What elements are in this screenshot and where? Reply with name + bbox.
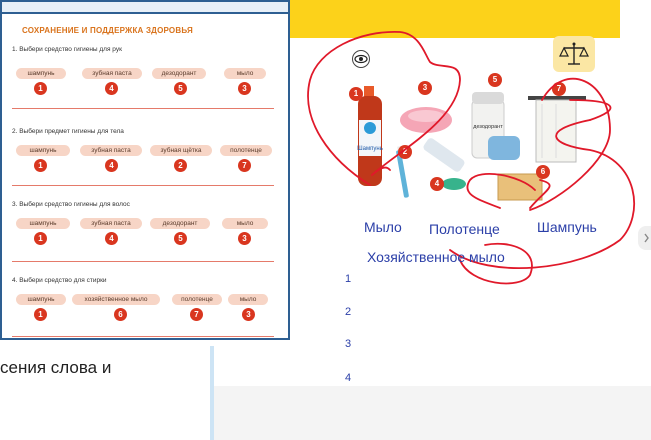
q2-option-towel[interactable]: полотенце	[220, 145, 272, 156]
chevron-right-icon	[644, 233, 649, 243]
answer-number-3[interactable]: 3	[345, 338, 351, 350]
q2-number-2: 4	[105, 159, 118, 172]
q3-option-shampoo[interactable]: шампунь	[16, 218, 70, 229]
q2-option-toothbrush[interactable]: зубная щётка	[150, 145, 212, 156]
q2-option-toothpaste[interactable]: зубная паста	[80, 145, 142, 156]
card-top-border	[2, 2, 288, 14]
q1-number-1: 1	[34, 82, 47, 95]
q4-number-2: 6	[114, 308, 127, 321]
partial-text-line: сения слова и	[0, 358, 112, 377]
answer-word-shampoo: Шампунь	[537, 219, 597, 235]
q1-option-deodorant[interactable]: дезодорант	[152, 68, 206, 79]
q2-number-4: 7	[238, 159, 251, 172]
q3-number-3: 5	[174, 232, 187, 245]
answer-word-soap: Мыло	[364, 219, 402, 235]
separator	[12, 185, 274, 186]
q1-number-4: 3	[238, 82, 251, 95]
answer-number-4[interactable]: 4	[345, 372, 351, 384]
q1-option-shampoo[interactable]: шампунь	[16, 68, 66, 79]
answer-word-towel: Полотенце	[429, 221, 500, 237]
q3-number-1: 1	[34, 232, 47, 245]
q2-number-1: 1	[34, 159, 47, 172]
question-2-text: 2. Выбери предмет гигиены для тела	[12, 128, 124, 135]
answer-number-2[interactable]: 2	[345, 306, 351, 318]
q4-option-soap[interactable]: мыло	[228, 294, 268, 305]
q3-option-soap[interactable]: мыло	[222, 218, 268, 229]
q4-option-laundry-soap[interactable]: хозяйственное мыло	[72, 294, 160, 305]
question-3-text: 3. Выбери средство гигиены для волос	[12, 201, 130, 208]
answer-word-laundry-soap: Хозяйственное мыло	[367, 249, 505, 265]
separator	[12, 261, 274, 262]
q1-number-3: 5	[174, 82, 187, 95]
q1-number-2: 4	[105, 82, 118, 95]
q4-option-shampoo[interactable]: шампунь	[16, 294, 66, 305]
q4-number-4: 3	[242, 308, 255, 321]
separator	[12, 336, 274, 337]
q3-number-2: 4	[105, 232, 118, 245]
worksheet-card: СОХРАНЕНИЕ И ПОДДЕРЖКА ЗДОРОВЬЯ 1. Выбер…	[0, 0, 290, 340]
q3-option-deodorant[interactable]: дезодорант	[150, 218, 210, 229]
question-1-text: 1. Выбери средство гигиены для рук	[12, 46, 122, 53]
q3-option-toothpaste[interactable]: зубная паста	[80, 218, 142, 229]
q4-number-3: 7	[190, 308, 203, 321]
q1-option-toothpaste[interactable]: зубная паста	[82, 68, 142, 79]
question-4-text: 4. Выбери средство для стирки	[12, 277, 107, 284]
next-slide-handle[interactable]	[638, 226, 651, 250]
q1-option-soap[interactable]: мыло	[224, 68, 266, 79]
bottom-strip	[214, 386, 651, 440]
answer-number-1[interactable]: 1	[345, 273, 351, 285]
q4-number-1: 1	[34, 308, 47, 321]
worksheet-title: СОХРАНЕНИЕ И ПОДДЕРЖКА ЗДОРОВЬЯ	[22, 26, 193, 35]
q2-number-3: 2	[174, 159, 187, 172]
q2-option-shampoo[interactable]: шампунь	[16, 145, 70, 156]
q4-option-towel[interactable]: полотенце	[172, 294, 222, 305]
q3-number-4: 3	[238, 232, 251, 245]
separator	[12, 108, 274, 109]
